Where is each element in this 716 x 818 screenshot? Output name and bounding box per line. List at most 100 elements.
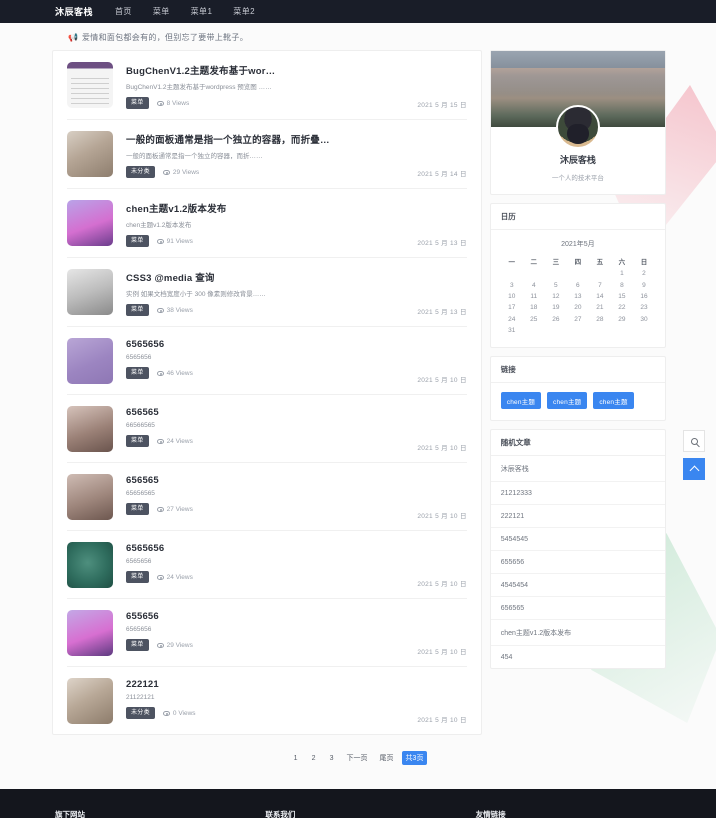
calendar-day[interactable] [589,268,611,279]
site-brand[interactable]: 沐辰客栈 [55,5,93,18]
calendar-day[interactable]: 8 [611,279,633,290]
calendar-day[interactable]: 22 [611,302,633,313]
calendar-day[interactable]: 17 [501,302,523,313]
calendar-day[interactable]: 10 [501,291,523,302]
article-item[interactable]: 222121 21122121 未分类 0 Views 2021 5 月 10 … [67,667,467,734]
article-item[interactable]: 6565656 6565656 菜单 46 Views 2021 5 月 10 … [67,327,467,395]
article-title[interactable]: 222121 [126,679,467,690]
calendar-day[interactable]: 30 [633,314,655,325]
calendar-day[interactable]: 20 [567,302,589,313]
article-title[interactable]: 656565 [126,407,467,418]
nav-item-menu[interactable]: 菜单 [153,6,170,17]
list-item[interactable]: chen主题v1.2版本发布 [490,620,665,647]
category-badge[interactable]: 菜单 [126,435,149,447]
calendar-day[interactable] [633,325,655,336]
last-page-button[interactable]: 尾页 [376,751,398,765]
list-item[interactable]: 656565 [490,597,665,621]
calendar-day[interactable] [589,325,611,336]
calendar-day[interactable]: 1 [611,268,633,279]
calendar-day[interactable] [501,268,523,279]
category-badge[interactable]: 菜单 [126,97,149,109]
article-item[interactable]: 一般的面板通常是指一个独立的容器，而折叠… 一般的面板通常是指一个独立的容器，而… [67,120,467,189]
calendar-day[interactable] [611,325,633,336]
list-item[interactable]: 454 [491,646,665,668]
page-button-1[interactable]: 1 [289,751,303,765]
article-excerpt: 6565656 [126,354,152,361]
nav-item-menu1[interactable]: 菜单1 [191,6,213,17]
calendar-day[interactable]: 9 [633,279,655,290]
calendar-day[interactable] [523,325,545,336]
category-badge[interactable]: 菜单 [126,639,149,651]
calendar-day[interactable]: 28 [589,314,611,325]
link-chip[interactable]: chen主题 [500,392,542,410]
calendar-day[interactable]: 27 [567,314,589,325]
category-badge[interactable]: 菜单 [126,235,149,247]
article-item[interactable]: 655656 6565656 菜单 29 Views 2021 5 月 10 日 [67,599,467,667]
calendar-day[interactable]: 13 [567,291,589,302]
calendar-day[interactable]: 3 [501,279,523,290]
link-chip[interactable]: chen主题 [593,392,634,410]
list-item[interactable]: 21212333 [490,482,665,506]
category-badge[interactable]: 菜单 [126,503,149,515]
article-title[interactable]: BugChenV1.2主题发布基于wor… [126,63,467,77]
calendar-day[interactable]: 23 [633,302,655,313]
article-title[interactable]: 656565 [126,475,467,486]
next-page-button[interactable]: 下一页 [343,751,372,765]
calendar-day[interactable]: 4 [523,279,545,290]
calendar-day[interactable] [545,325,567,336]
calendar-day[interactable]: 25 [523,314,545,325]
list-item[interactable]: 4545454 [490,574,665,598]
calendar-day[interactable]: 16 [633,291,655,302]
article-item[interactable]: 656565 65656565 菜单 27 Views 2021 5 月 10 … [67,463,467,531]
list-item[interactable]: 655656 [490,551,665,575]
calendar-day[interactable]: 19 [545,302,567,313]
article-excerpt: 6565656 [126,558,152,565]
page-button-3[interactable]: 3 [325,751,339,765]
article-title[interactable]: 6565656 [126,543,467,554]
calendar-day[interactable] [567,325,589,336]
calendar-day[interactable]: 6 [567,279,589,290]
list-item[interactable]: 5454545 [490,528,665,552]
article-item[interactable]: chen主题v1.2版本发布 chen主题v1.2版本发布 菜单 91 View… [67,189,467,258]
article-title[interactable]: chen主题v1.2版本发布 [126,201,467,215]
link-chip[interactable]: chen主题 [547,392,588,410]
calendar-day[interactable]: 26 [545,314,567,325]
category-badge[interactable]: 未分类 [126,166,155,178]
category-badge[interactable]: 菜单 [126,304,149,316]
article-title[interactable]: 6565656 [126,339,467,350]
calendar-day[interactable]: 7 [589,279,611,290]
list-item[interactable]: 222121 [490,505,665,529]
calendar-day[interactable]: 14 [589,291,611,302]
category-badge[interactable]: 未分类 [126,707,155,719]
article-item[interactable]: BugChenV1.2主题发布基于wor… BugChenV1.2主题发布基于w… [67,51,467,120]
calendar-day[interactable]: 5 [545,279,567,290]
calendar-day[interactable]: 11 [523,291,545,302]
nav-item-home[interactable]: 首页 [115,6,132,17]
article-item[interactable]: 6565656 6565656 菜单 24 Views 2021 5 月 10 … [67,531,467,599]
calendar-week-row: 24 25 26 27 28 29 30 [501,314,655,325]
category-badge[interactable]: 菜单 [126,571,149,583]
calendar-day[interactable]: 29 [611,314,633,325]
calendar-day[interactable]: 15 [611,291,633,302]
calendar-day[interactable] [545,268,567,279]
nav-item-menu2[interactable]: 菜单2 [233,6,255,17]
search-button[interactable] [683,430,705,452]
back-to-top-button[interactable] [683,458,705,480]
article-item[interactable]: 656565 66566565 菜单 24 Views 2021 5 月 10 … [67,395,467,463]
calendar-day[interactable]: 18 [523,302,545,313]
calendar-day[interactable]: 2 [633,268,655,279]
calendar-day[interactable]: 12 [545,291,567,302]
calendar-day[interactable] [523,268,545,279]
article-item[interactable]: CSS3 @media 查询 实例 如果文档宽度小于 300 像素则修改背景……… [67,258,467,327]
calendar-day[interactable] [567,268,589,279]
eye-icon [162,169,170,175]
article-title[interactable]: 一般的面板通常是指一个独立的容器，而折叠… [126,132,467,146]
calendar-day[interactable]: 24 [501,314,523,325]
category-badge[interactable]: 菜单 [126,367,149,379]
article-title[interactable]: 655656 [126,611,467,622]
list-item[interactable]: 沐辰客栈 [490,456,665,483]
page-button-2[interactable]: 2 [307,751,321,765]
article-title[interactable]: CSS3 @media 查询 [126,270,467,284]
calendar-day[interactable]: 21 [589,302,611,313]
calendar-day[interactable]: 31 [501,325,523,336]
